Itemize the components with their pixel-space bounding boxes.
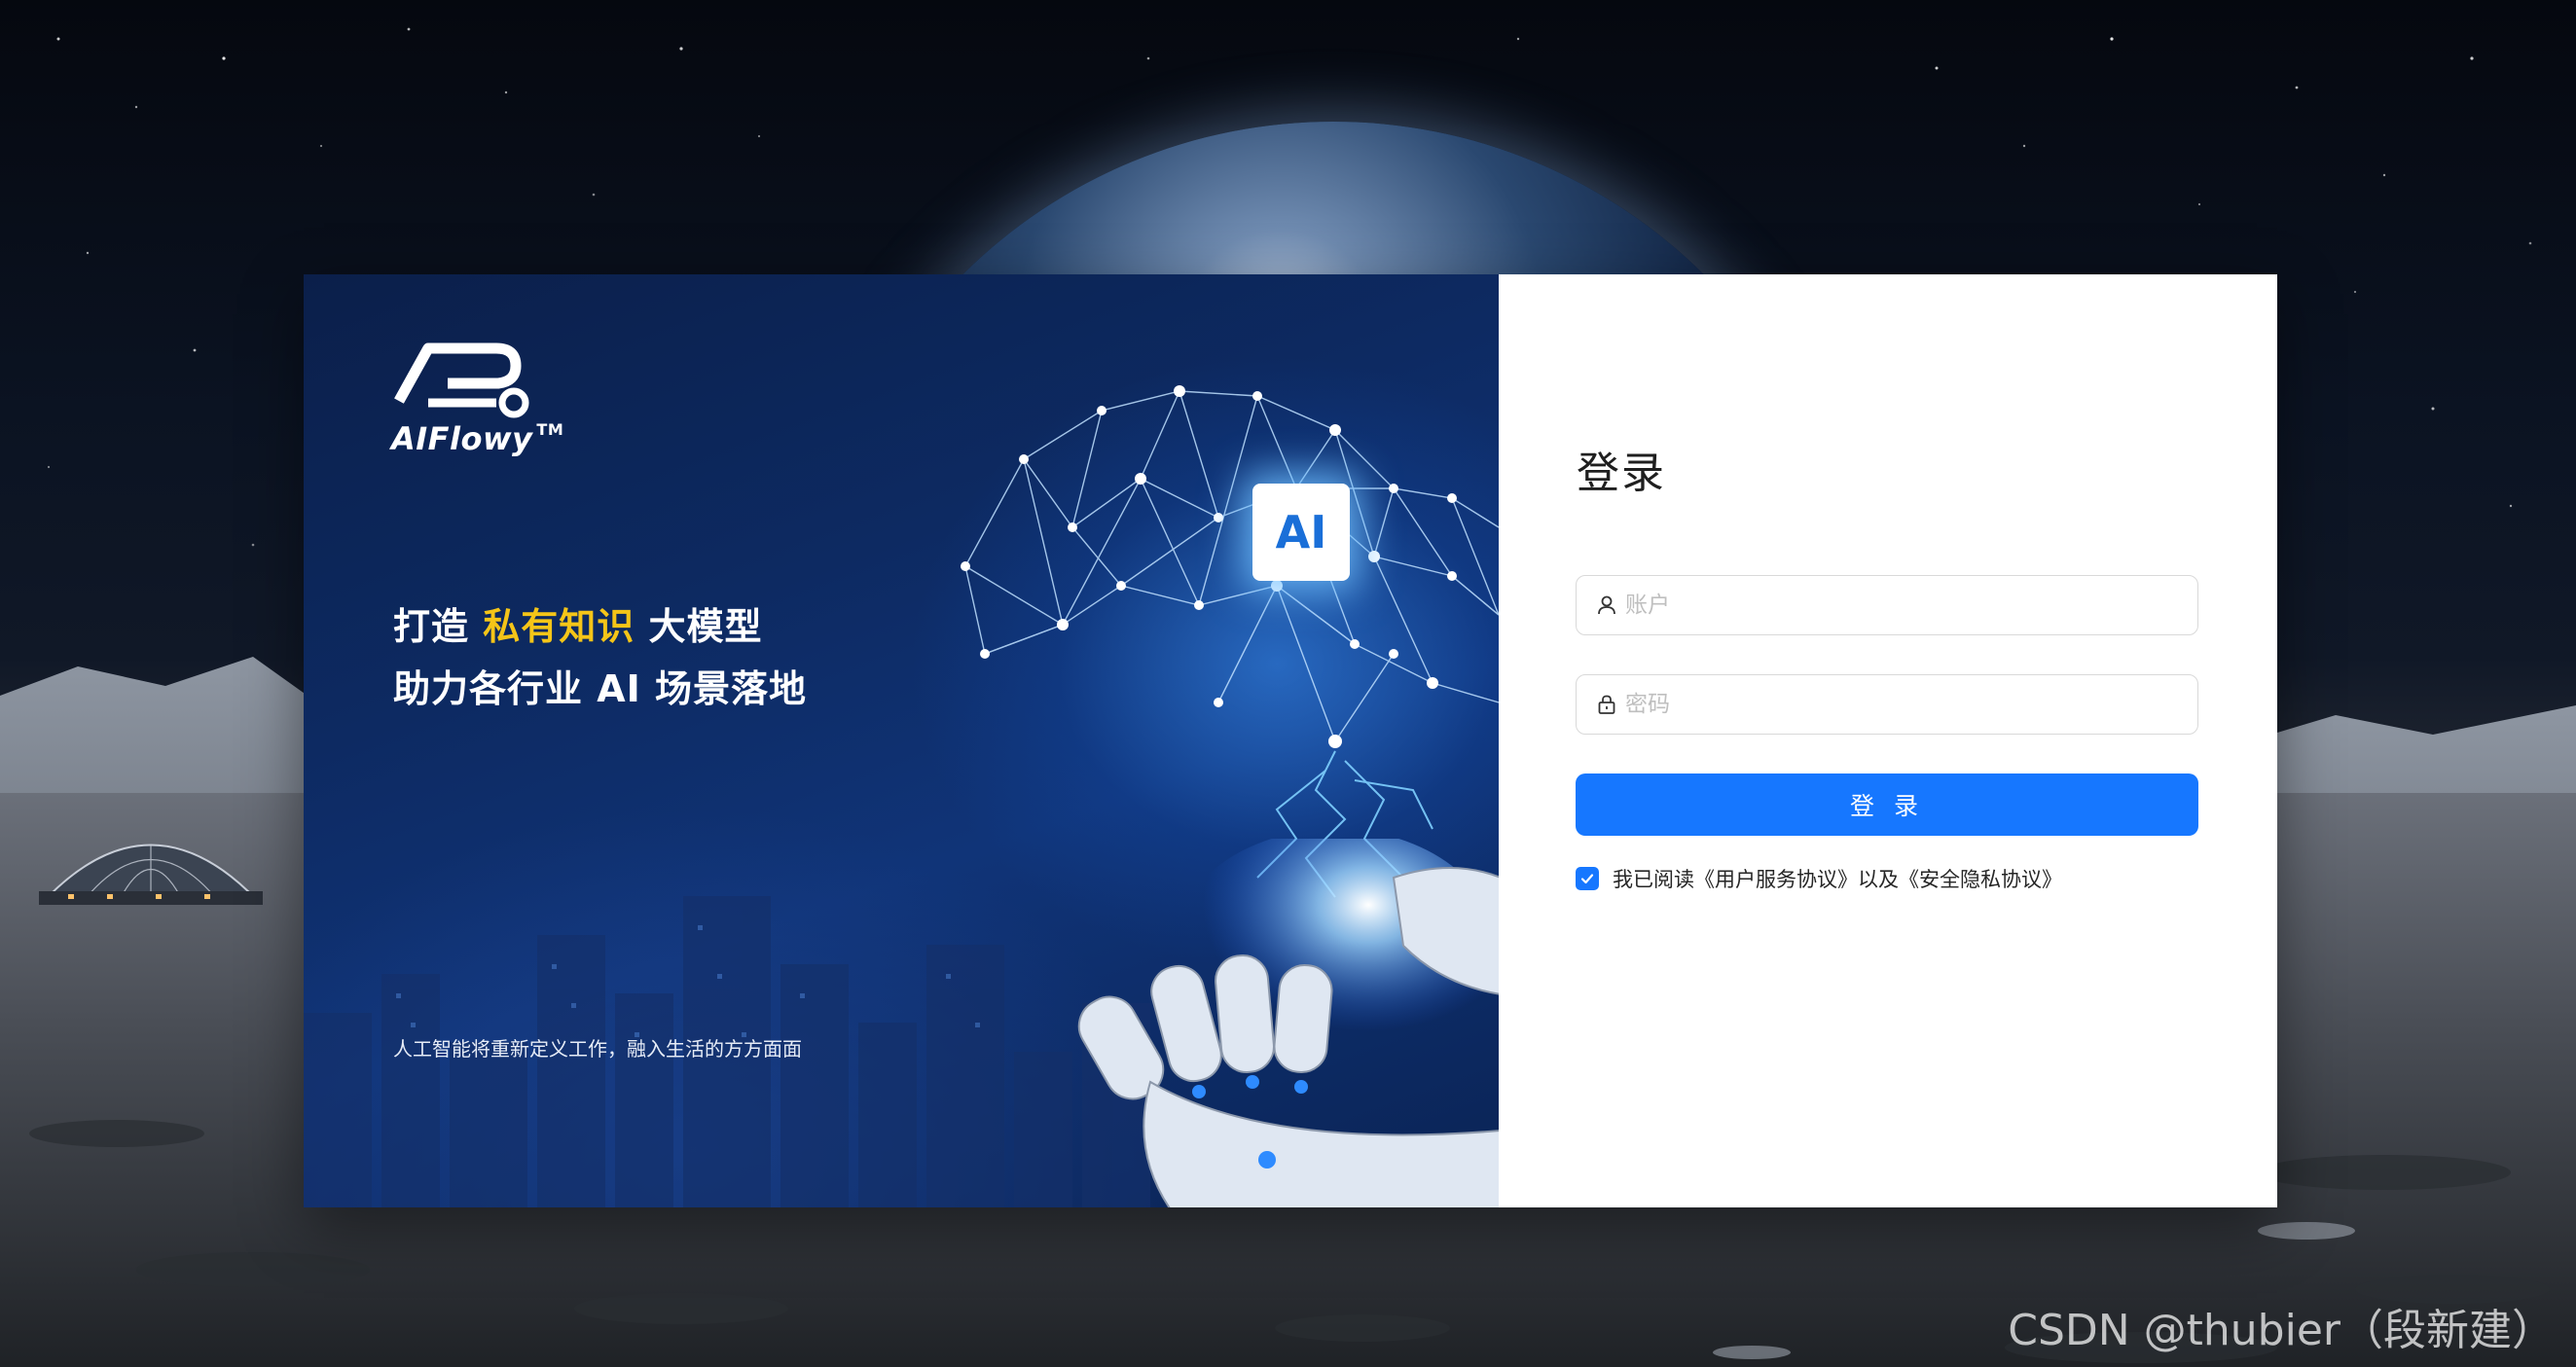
agreement-text: 我已阅读《用户服务协议》以及《安全隐私协议》 [1613,868,2062,891]
check-icon [1580,874,1594,884]
agreement-checkbox[interactable] [1576,867,1599,890]
user-icon [1596,594,1617,616]
robot-hand-graphic [1077,839,1499,1207]
ai-chip-badge: AI [1252,484,1350,581]
brand-wordmark: AIFlowy TM [391,420,563,457]
slogan-line-1: 打造 私有知识 大模型 [393,595,807,658]
slogan-highlight: 私有知识 [483,605,635,648]
lock-icon [1596,694,1617,715]
password-field[interactable] [1576,674,2198,735]
agreement-row[interactable]: 我已阅读《用户服务协议》以及《安全隐私协议》 [1576,864,2062,893]
login-button[interactable]: 登 录 [1576,773,2198,836]
trademark-mark: TM [536,420,564,439]
account-field[interactable] [1576,575,2198,635]
csdn-watermark: CSDN @thubier（段新建） [2008,1306,2555,1355]
brand-name: AIFlowy [391,420,533,457]
slogan-line-1-pre: 打造 [393,605,484,648]
promo-panel: AI AIFlowy TM 打造 私有知识 大模型 助力各行业 AI 场景落地 … [304,274,1499,1207]
account-input[interactable] [1625,576,2197,634]
slogan: 打造 私有知识 大模型 助力各行业 AI 场景落地 [393,595,807,720]
slogan-line-2: 助力各行业 AI 场景落地 [393,667,808,710]
login-title: 登录 [1577,449,1666,498]
lunar-base-dome [39,844,263,905]
ai-chip-label: AI [1275,506,1327,558]
slogan-line-1-post: 大模型 [635,605,763,648]
tagline: 人工智能将重新定义工作，融入生活的方方面面 [393,1037,802,1061]
login-form-panel: 登录 登 录 [1499,274,2277,1207]
password-input[interactable] [1625,675,2197,734]
login-card: AI AIFlowy TM 打造 私有知识 大模型 助力各行业 AI 场景落地 … [304,274,2277,1207]
